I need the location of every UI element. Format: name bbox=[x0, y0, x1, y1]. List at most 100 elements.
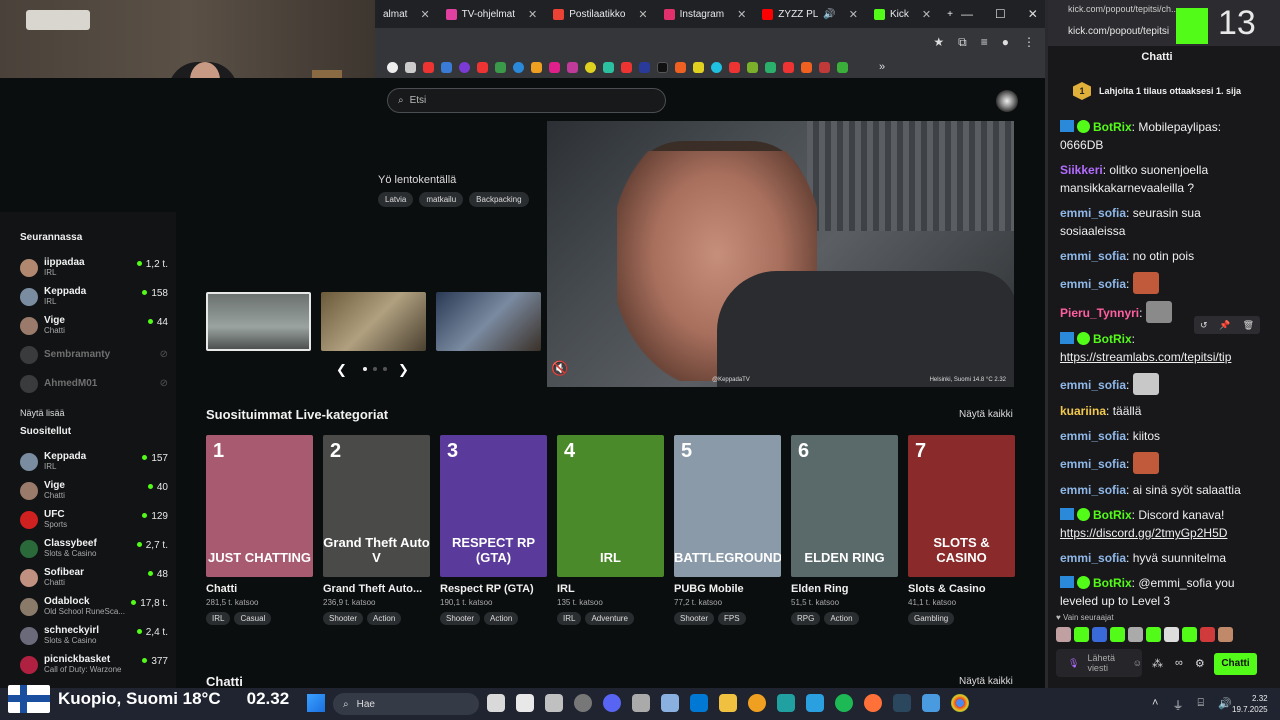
sidebar-channel[interactable]: schneckyirl Slots & Casino 2,4 t. bbox=[20, 621, 170, 650]
bookmark-icon[interactable] bbox=[585, 61, 596, 73]
bookmark-icon[interactable] bbox=[531, 61, 542, 73]
speaker-icon[interactable]: 🔊 bbox=[823, 9, 835, 20]
bits-icon[interactable]: ⁂ bbox=[1152, 657, 1163, 670]
bookmark-icon[interactable] bbox=[621, 61, 632, 73]
chat-link[interactable]: https://discord.gg/2tmyGp2H5D bbox=[1060, 526, 1227, 540]
delete-icon[interactable]: 🗑 bbox=[1243, 320, 1254, 331]
bookmark-icon[interactable] bbox=[495, 61, 506, 73]
chat-message[interactable]: kuariina: täällä bbox=[1060, 402, 1256, 420]
sidebar-channel[interactable]: Keppada IRL 158 bbox=[20, 282, 170, 311]
chat-message[interactable]: emmi_sofia: bbox=[1060, 272, 1256, 294]
emote-icon[interactable] bbox=[1110, 627, 1125, 642]
browser-tab-1[interactable]: TV-ohjelmat ✕ bbox=[438, 0, 546, 28]
search-input[interactable]: ⌕ Etsi bbox=[387, 88, 666, 113]
bookmark-icon[interactable] bbox=[729, 61, 740, 73]
sidebar-channel[interactable]: Odablock Old School RuneSca... 17,8 t. bbox=[20, 592, 170, 621]
user-avatar[interactable] bbox=[996, 90, 1018, 112]
browser-tab-5[interactable]: Kick ✕ bbox=[866, 0, 939, 28]
chat-username[interactable]: emmi_sofia bbox=[1060, 551, 1126, 565]
sidebar-channel[interactable]: Sofibear Chatti 48 bbox=[20, 563, 170, 592]
chevron-left-icon[interactable]: ❮ bbox=[336, 362, 347, 378]
bookmark-icon[interactable] bbox=[657, 61, 668, 73]
chat-username[interactable]: kuariina bbox=[1060, 404, 1106, 418]
bookmark-icon[interactable] bbox=[441, 61, 452, 73]
tag[interactable]: Backpacking bbox=[469, 192, 529, 207]
category-tag[interactable]: Gambling bbox=[908, 612, 955, 625]
chat-message[interactable]: BotRix: @emmi_sofia you leveled up to Le… bbox=[1060, 574, 1256, 610]
bookmark-icon[interactable] bbox=[711, 61, 722, 73]
bookmark-icon[interactable] bbox=[675, 61, 686, 73]
microphone-icon[interactable]: 🎙 bbox=[1068, 658, 1079, 668]
chat-username[interactable]: emmi_sofia bbox=[1060, 429, 1126, 443]
bookmark-icon[interactable] bbox=[747, 61, 758, 73]
chat-username[interactable]: BotRix bbox=[1093, 508, 1132, 522]
bookmark-icon[interactable] bbox=[819, 61, 830, 73]
bookmark-icon[interactable] bbox=[423, 61, 434, 73]
emote-icon[interactable] bbox=[1128, 627, 1143, 642]
emote-icon[interactable] bbox=[1200, 627, 1215, 642]
folder-icon[interactable] bbox=[719, 694, 737, 712]
settings-icon[interactable] bbox=[661, 694, 679, 712]
chat-username[interactable]: emmi_sofia bbox=[1060, 249, 1126, 263]
emote-icon[interactable] bbox=[1146, 627, 1161, 642]
category-tag[interactable]: Shooter bbox=[440, 612, 481, 625]
browser-tab-3[interactable]: Instagram ✕ bbox=[656, 0, 755, 28]
bookmark-icon[interactable] bbox=[459, 61, 470, 73]
carousel-thumbnail[interactable] bbox=[436, 292, 541, 351]
windows-start-icon[interactable] bbox=[307, 694, 325, 712]
calculator-icon[interactable] bbox=[632, 694, 650, 712]
bookmark-icon[interactable] bbox=[837, 61, 848, 73]
category-tag[interactable]: IRL bbox=[206, 612, 231, 625]
category-card[interactable]: 6 ELDEN RING Elden Ring 51,5 t. katsoo R… bbox=[791, 435, 898, 625]
emote-icon[interactable] bbox=[1164, 627, 1179, 642]
emoji-icon[interactable]: ☺ bbox=[1133, 658, 1142, 668]
chat-message[interactable]: Siikkeri: olitko suonenjoella mansikkaka… bbox=[1060, 161, 1256, 197]
category-tag[interactable]: RPG bbox=[791, 612, 821, 625]
chat-message-input[interactable]: 🎙 Lähetä viesti ☺ bbox=[1056, 649, 1142, 677]
browser-tab-0[interactable]: almat ✕ bbox=[375, 0, 438, 28]
show-more-link[interactable]: Näytä lisää bbox=[20, 408, 176, 418]
category-tag[interactable]: FPS bbox=[718, 612, 746, 625]
sidebar-channel-offline[interactable]: Sembramanty ⊘ bbox=[20, 340, 170, 369]
bookmark-icon[interactable] bbox=[405, 61, 416, 73]
edge-icon[interactable] bbox=[777, 694, 795, 712]
sidebar-channel[interactable]: Keppada IRL 157 bbox=[20, 447, 170, 476]
category-tag[interactable]: IRL bbox=[557, 612, 582, 625]
chat-username[interactable]: emmi_sofia bbox=[1060, 378, 1126, 392]
category-card[interactable]: 7 SLOTS & CASINO Slots & Casino 41,1 t. … bbox=[908, 435, 1015, 625]
emote-icon[interactable] bbox=[1092, 627, 1107, 642]
category-name[interactable]: Respect RP (GTA) bbox=[440, 583, 547, 595]
emote-icon[interactable] bbox=[1074, 627, 1089, 642]
chat-username[interactable]: emmi_sofia bbox=[1060, 457, 1126, 471]
chevron-up-icon[interactable]: ˄ bbox=[1152, 697, 1158, 713]
app-icon[interactable] bbox=[922, 694, 940, 712]
category-name[interactable]: Chatti bbox=[206, 583, 313, 595]
chat-message[interactable]: emmi_sofia: bbox=[1060, 373, 1256, 395]
category-thumbnail[interactable]: 3 RESPECT RP (GTA) bbox=[440, 435, 547, 577]
browser-tab-4[interactable]: ZYZZ PL 🔊 ✕ bbox=[754, 0, 866, 28]
app-icon[interactable] bbox=[545, 694, 563, 712]
bookmark-icon[interactable] bbox=[639, 61, 650, 73]
category-card[interactable]: 4 IRL IRL 135 t. katsoo IRL Adventure bbox=[557, 435, 664, 625]
close-tab-icon[interactable]: ✕ bbox=[420, 8, 429, 21]
chat-username[interactable]: BotRix bbox=[1093, 576, 1132, 590]
category-name[interactable]: Slots & Casino bbox=[908, 583, 1015, 595]
category-tag[interactable]: Action bbox=[484, 612, 519, 625]
bookmark-icon[interactable] bbox=[783, 61, 794, 73]
stats-app-icon[interactable] bbox=[516, 694, 534, 712]
chat-username[interactable]: BotRix bbox=[1093, 332, 1132, 346]
reply-icon[interactable]: ↺ bbox=[1200, 320, 1208, 331]
category-name[interactable]: Grand Theft Auto... bbox=[323, 583, 430, 595]
tag[interactable]: matkailu bbox=[419, 192, 464, 207]
tag[interactable]: Latvia bbox=[378, 192, 414, 207]
taskbar-search[interactable]: ⌕ Hae bbox=[333, 693, 479, 715]
close-tab-icon[interactable]: ✕ bbox=[849, 8, 858, 21]
carousel-thumbnail[interactable] bbox=[206, 292, 311, 351]
sidebar-channel[interactable]: picnickbasket Call of Duty: Warzone 377 bbox=[20, 650, 170, 679]
pin-icon[interactable]: 📌 bbox=[1219, 320, 1230, 331]
category-thumbnail[interactable]: 2 Grand Theft Auto V bbox=[323, 435, 430, 577]
menu-icon[interactable]: ⋮ bbox=[1023, 35, 1035, 49]
bookmark-icon[interactable] bbox=[801, 61, 812, 73]
minimize-button[interactable]: — bbox=[961, 7, 973, 21]
featured-video-player[interactable]: @KeppadaTV Helsinki, Suomi 14.8 °C 2.32 bbox=[547, 121, 1014, 387]
